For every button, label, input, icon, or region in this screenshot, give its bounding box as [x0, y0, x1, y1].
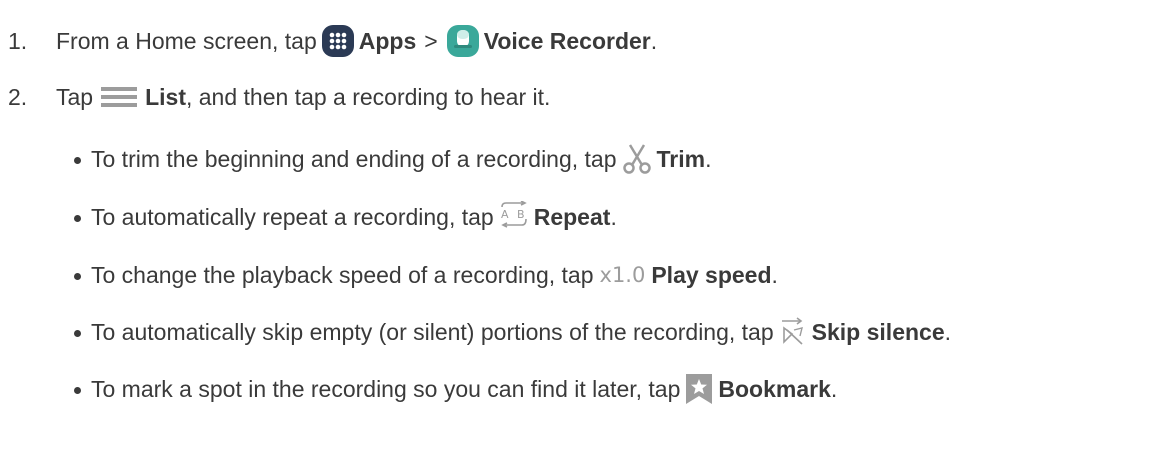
bullet-suffix: . [944, 318, 952, 345]
bullet-dot [74, 272, 81, 280]
voice-recorder-label: Voice Recorder [483, 27, 651, 54]
bullet-repeat: To automatically repeat a recording, tap… [74, 197, 617, 237]
list-icon [101, 85, 138, 109]
bullet-suffix: . [830, 375, 838, 402]
skip-silence-icon [778, 316, 808, 348]
bullet-dot [74, 329, 81, 337]
step-number: 1. [8, 27, 28, 54]
bullet-dot [74, 214, 81, 222]
bullet-text: To trim the beginning and ending of a re… [91, 145, 617, 172]
apps-label: Apps [358, 27, 417, 54]
bullet-bookmark: To mark a spot in the recording so you c… [74, 369, 837, 409]
step-suffix: , and then tap a recording to hear it. [185, 83, 551, 110]
repeat-label: Repeat [533, 203, 611, 230]
step-text: Tap [56, 83, 94, 110]
bookmark-icon [684, 372, 714, 406]
bullet-dot [74, 386, 81, 394]
play-speed-icon: x1.0 [599, 263, 646, 287]
trim-label: Trim [656, 145, 706, 172]
step-1: 1. From a Home screen, tap Apps > Voice [8, 21, 657, 61]
step-text: From a Home screen, tap [56, 27, 317, 54]
step-number: 2. [8, 83, 28, 110]
bullet-text: To automatically skip empty (or silent) … [91, 318, 774, 345]
step-suffix: . [650, 27, 658, 54]
bullet-suffix: . [705, 145, 712, 172]
bullet-text: To mark a spot in the recording so you c… [91, 375, 681, 402]
separator: > [424, 27, 438, 54]
scissors-icon [621, 143, 653, 175]
bullet-trim: To trim the beginning and ending of a re… [74, 139, 712, 179]
bookmark-label: Bookmark [718, 375, 831, 402]
repeat-ab-icon: A B [498, 201, 530, 233]
list-label: List [145, 83, 186, 110]
play-speed-label: Play speed [651, 261, 772, 288]
step-2: 2. Tap List , and then tap a recording t… [8, 77, 550, 117]
bullet-text: To automatically repeat a recording, tap [91, 203, 494, 230]
voice-recorder-icon [446, 24, 480, 58]
apps-icon [321, 24, 355, 58]
bullet-play-speed: To change the playback speed of a record… [74, 255, 778, 295]
bullet-skip-silence: To automatically skip empty (or silent) … [74, 312, 951, 352]
svg-text:A: A [501, 208, 509, 221]
instructions: 1. From a Home screen, tap Apps > Voice [0, 0, 1156, 468]
bullet-text: To change the playback speed of a record… [91, 261, 594, 288]
bullet-dot [74, 156, 81, 164]
skip-silence-label: Skip silence [811, 318, 945, 345]
bullet-suffix: . [771, 261, 778, 288]
bullet-suffix: . [610, 203, 617, 230]
svg-text:B: B [517, 208, 525, 221]
